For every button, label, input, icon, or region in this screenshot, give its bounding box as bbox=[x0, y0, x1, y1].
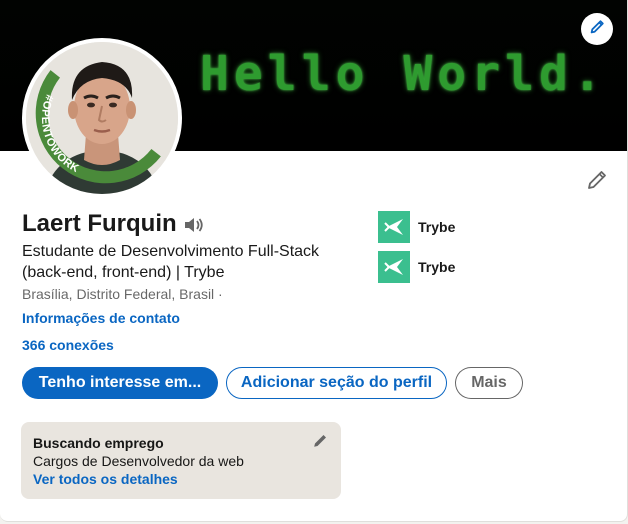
profile-location: Brasília, Distrito Federal, Brasil bbox=[22, 286, 215, 302]
speaker-icon[interactable] bbox=[183, 216, 205, 234]
more-button[interactable]: Mais bbox=[455, 367, 523, 399]
profile-headline: Estudante de Desenvolvimento Full-Stack … bbox=[22, 243, 320, 281]
contact-info-link[interactable]: Informações de contato bbox=[22, 310, 180, 326]
open-to-work-title: Buscando emprego bbox=[33, 435, 164, 451]
avatar: #OPENTOWORK bbox=[26, 42, 178, 194]
name-row: Laert Furquin bbox=[22, 210, 205, 238]
trybe-logo-icon bbox=[378, 251, 410, 283]
pencil-icon bbox=[589, 19, 605, 40]
banner-text: Hello World. bbox=[200, 46, 607, 102]
location-separator: · bbox=[214, 286, 223, 302]
pencil-icon bbox=[312, 433, 328, 454]
profile-card: Hello World. #OPENTOWORK Laert Furquin E… bbox=[0, 0, 628, 522]
education-org-name: Trybe bbox=[418, 259, 456, 275]
see-all-details-link[interactable]: Ver todos os detalhes bbox=[33, 470, 329, 488]
education-org[interactable]: Trybe bbox=[378, 251, 455, 283]
experience-org[interactable]: Trybe bbox=[378, 211, 455, 243]
open-to-work-ring: #OPENTOWORK bbox=[26, 70, 161, 184]
edit-banner-button[interactable] bbox=[581, 13, 613, 45]
edit-intro-button[interactable] bbox=[583, 168, 611, 196]
location-row: Brasília, Distrito Federal, Brasil · bbox=[22, 286, 223, 302]
connections-link[interactable]: 366 conexões bbox=[22, 337, 114, 353]
profile-photo[interactable]: #OPENTOWORK bbox=[22, 38, 182, 198]
profile-name: Laert Furquin bbox=[22, 210, 177, 237]
open-to-work-card[interactable]: Buscando emprego Cargos de Desenvolvedor… bbox=[21, 422, 341, 499]
experience-org-name: Trybe bbox=[418, 219, 456, 235]
add-profile-section-button[interactable]: Adicionar seção do perfil bbox=[226, 367, 447, 399]
trybe-logo-icon bbox=[378, 211, 410, 243]
open-to-button[interactable]: Tenho interesse em... bbox=[22, 367, 218, 399]
edit-open-to-work-button[interactable] bbox=[311, 434, 329, 452]
open-to-work-description: Cargos de Desenvolvedor da web bbox=[33, 453, 244, 469]
pencil-icon bbox=[586, 169, 608, 196]
